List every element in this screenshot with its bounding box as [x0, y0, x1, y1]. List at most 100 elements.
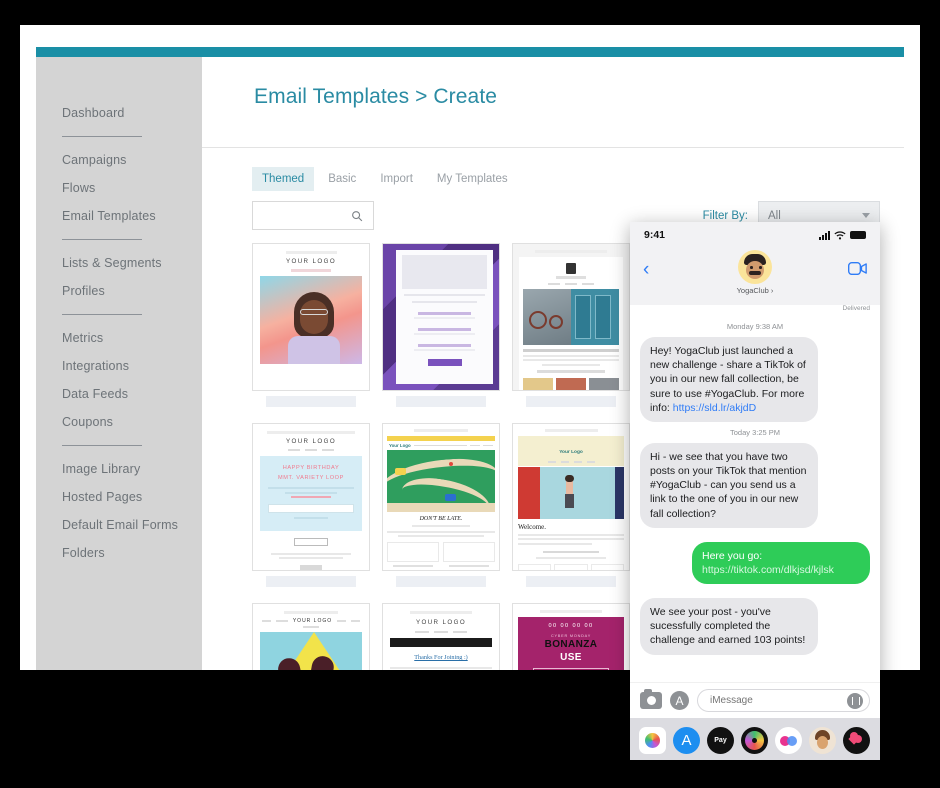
template-thumbnail-welcome-panels[interactable]: Your Logo Welcome.	[512, 423, 630, 571]
thumbnail-logo-text: YOUR LOGO	[415, 619, 467, 626]
filter-label: Filter By:	[702, 209, 748, 222]
app-topbar	[36, 47, 904, 57]
thumbnail-heading: DON'T BE LATE.	[419, 516, 463, 522]
audio-waveform-icon[interactable]	[847, 692, 863, 709]
sidebar: Dashboard Campaigns Flows Email Template…	[36, 57, 202, 670]
thumbnail-logo-text: YOUR LOGO	[285, 258, 337, 265]
back-chevron-icon[interactable]: ‹	[643, 260, 649, 279]
template-tile[interactable]: YOUR LOGO Thanks For Joining :) About Th…	[382, 603, 500, 670]
template-thumbnail-purple-geometric[interactable]	[382, 243, 500, 391]
sidebar-item-lists-segments[interactable]: Lists & Segments	[36, 249, 202, 277]
photos-app-icon[interactable]	[639, 726, 666, 754]
message-link[interactable]: https://sld.lr/akjdD	[673, 402, 756, 414]
template-tile[interactable]: YOUR LOGO	[252, 603, 370, 670]
thumbnail-heading: BONANZA	[544, 639, 598, 650]
sidebar-item-flows[interactable]: Flows	[36, 174, 202, 202]
template-thumbnail-bike-shop-doors[interactable]	[512, 243, 630, 391]
template-tile-label-bar	[396, 576, 486, 587]
sidebar-item-profiles[interactable]: Profiles	[36, 277, 202, 305]
sidebar-divider	[62, 136, 142, 137]
contact-name: YogaClub ›	[736, 286, 774, 295]
template-tile-label-bar	[526, 396, 616, 407]
status-indicators	[819, 230, 866, 240]
thumbnail-countdown: 00 00 00 00	[548, 623, 594, 629]
template-thumbnail-dont-be-late-road[interactable]: Your Logo DON'T BE LATE.	[382, 423, 500, 571]
template-thumbnail-happy-birthday-promo[interactable]: YOUR LOGO HAPPY BIRTHDAY MMT. VARIETY LO…	[252, 423, 370, 571]
thumbnail-logo-text: Your Logo	[559, 450, 583, 455]
thumbnail-eyebrow: CYBER MONDAY	[550, 634, 592, 638]
message-bubble-received: Hey! YogaClub just launched a new challe…	[636, 337, 818, 422]
music-app-icon[interactable]	[741, 726, 768, 754]
sidebar-item-campaigns[interactable]: Campaigns	[36, 146, 202, 174]
phone-nav-bar: ‹ YogaClub ›	[630, 248, 880, 305]
template-tile-label-bar	[266, 576, 356, 587]
message-composer: A	[630, 682, 880, 718]
template-tile[interactable]: YOUR LOGO	[252, 243, 370, 407]
imessage-app-dock: A Pay	[630, 718, 880, 760]
contact-header[interactable]: YogaClub ›	[736, 250, 774, 295]
sidebar-item-image-library[interactable]: Image Library	[36, 455, 202, 483]
search-icon	[351, 209, 363, 227]
sidebar-item-folders[interactable]: Folders	[36, 539, 202, 567]
header-divider	[202, 147, 904, 148]
chevron-down-icon	[862, 213, 870, 218]
message-bubble-sent: Here you go: https://tiktok.com/dlkjsd/k…	[692, 541, 874, 585]
template-tile[interactable]: Your Logo	[512, 423, 630, 587]
search-input[interactable]	[253, 202, 349, 229]
avatar	[738, 250, 772, 284]
sidebar-divider	[62, 239, 142, 240]
template-tile[interactable]	[382, 243, 500, 407]
sidebar-item-hosted-pages[interactable]: Hosted Pages	[36, 483, 202, 511]
phone-status-bar: 9:41	[630, 222, 880, 248]
wifi-icon	[834, 230, 846, 240]
thumbnail-heading-2: USE	[560, 652, 582, 663]
sidebar-item-metrics[interactable]: Metrics	[36, 324, 202, 352]
app-store-app-icon[interactable]: A	[673, 726, 700, 754]
template-thumbnail-your-logo-portrait[interactable]: YOUR LOGO	[252, 243, 370, 391]
camera-icon[interactable]	[640, 689, 662, 709]
imessage-input[interactable]	[710, 695, 830, 706]
tab-basic[interactable]: Basic	[318, 167, 366, 191]
facetime-video-icon[interactable]	[848, 262, 867, 280]
sidebar-item-email-templates[interactable]: Email Templates	[36, 202, 202, 230]
tab-import[interactable]: Import	[370, 167, 423, 191]
template-tabs: Themed Basic Import My Templates	[252, 167, 518, 191]
sidebar-divider	[62, 445, 142, 446]
template-thumbnail-thanks-for-joining[interactable]: YOUR LOGO Thanks For Joining :) About Th…	[382, 603, 500, 670]
thumbnail-heading: Welcome.	[518, 523, 547, 531]
tab-my-templates[interactable]: My Templates	[427, 167, 518, 191]
sidebar-item-dashboard[interactable]: Dashboard	[36, 99, 202, 127]
tab-themed[interactable]: Themed	[252, 167, 315, 191]
cellular-bars-icon	[819, 230, 830, 240]
message-timestamp: Monday 9:38 AM	[726, 322, 784, 331]
message-link[interactable]: https://tiktok.com/dlkjsd/kjlsk	[702, 563, 860, 577]
search-box[interactable]	[252, 201, 374, 230]
thumbnail-heading: Thanks For Joining :)	[414, 654, 468, 661]
thumbnail-subheading: MMT. VARIETY LOOP	[278, 475, 344, 481]
sidebar-item-coupons[interactable]: Coupons	[36, 408, 202, 436]
message-text: Here you go:	[702, 549, 763, 562]
apple-pay-app-icon[interactable]: Pay	[707, 726, 734, 754]
delivered-status: Delivered	[630, 305, 880, 314]
sidebar-item-default-email-forms[interactable]: Default Email Forms	[36, 511, 202, 539]
template-tile[interactable]: YOUR LOGO HAPPY BIRTHDAY MMT. VARIETY LO…	[252, 423, 370, 587]
template-tile[interactable]	[512, 243, 630, 407]
hearts-app-icon[interactable]	[843, 726, 870, 754]
app-store-icon[interactable]: A	[670, 691, 689, 710]
screenshot-stage: Dashboard Campaigns Flows Email Template…	[0, 0, 940, 788]
sidebar-item-data-feeds[interactable]: Data Feeds	[36, 380, 202, 408]
message-bubble-received: Hi - we see that you have two posts on y…	[636, 442, 818, 528]
imessage-field[interactable]	[697, 689, 870, 712]
template-tile[interactable]: Your Logo	[382, 423, 500, 587]
template-thumbnail-yellow-shoes[interactable]: YOUR LOGO	[252, 603, 370, 670]
template-thumbnail-cyber-monday-bonanza[interactable]: 00 00 00 00 CYBER MONDAY BONANZA USE DEA…	[512, 603, 630, 670]
digital-touch-app-icon[interactable]	[775, 726, 802, 754]
memoji-app-icon[interactable]	[809, 726, 836, 754]
template-tile[interactable]: 00 00 00 00 CYBER MONDAY BONANZA USE DEA…	[512, 603, 630, 670]
battery-full-icon	[850, 231, 866, 239]
message-bubble-received: We see your post - you've sucessfully co…	[636, 598, 818, 655]
sidebar-item-integrations[interactable]: Integrations	[36, 352, 202, 380]
message-text: Hi - we see that you have two posts on y…	[650, 450, 807, 520]
iphone-messages-overlay: 9:41 ‹ YogaClub › Delivered Monday 9:38 …	[630, 222, 880, 760]
page-title: Email Templates > Create	[254, 85, 498, 108]
